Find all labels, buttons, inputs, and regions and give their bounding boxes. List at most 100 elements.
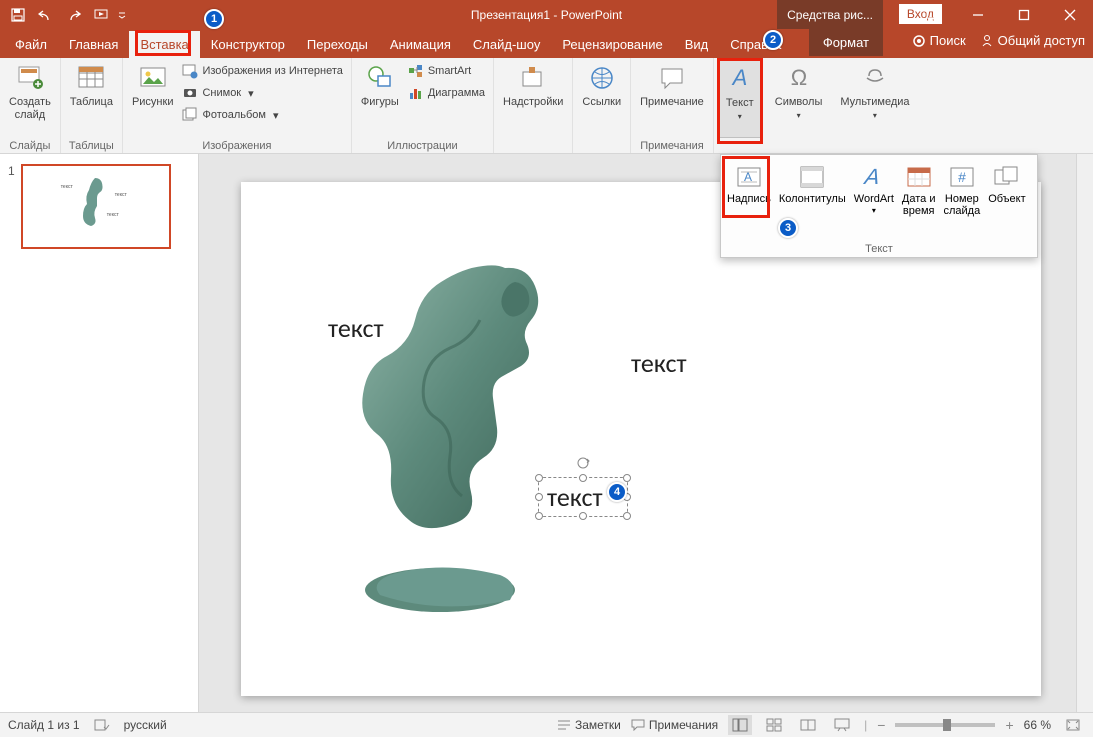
comment-button[interactable]: Примечание [635,60,709,138]
tab-slideshow[interactable]: Слайд-шоу [462,31,551,58]
qat-dropdown[interactable] [118,4,126,26]
group-slides-label: Слайды [5,138,54,154]
svg-text:A: A [730,65,747,90]
tab-file[interactable]: Файл [4,31,58,58]
text-icon: A [724,63,756,95]
badge-2: 2 [763,30,783,50]
text-dropdown-button[interactable]: A Текст ▾ [718,60,762,138]
resize-handle[interactable] [535,493,543,501]
screenshot-label: Снимок [202,87,241,99]
normal-view-button[interactable] [728,715,752,735]
links-icon [586,62,618,94]
tab-design[interactable]: Конструктор [200,31,296,58]
chart-icon [408,85,424,101]
fit-to-window-button[interactable] [1061,715,1085,735]
slide-sorter-button[interactable] [762,715,786,735]
ribbon-options-button[interactable] [909,0,955,29]
slideshow-view-button[interactable] [830,715,854,735]
language-label[interactable]: русский [124,718,167,732]
tab-view[interactable]: Вид [674,31,720,58]
comments-label: Примечания [649,718,718,732]
tab-animations[interactable]: Анимация [379,31,462,58]
slide-text-2[interactable]: текст [631,347,687,379]
symbols-button[interactable]: Ω Символы ▾ [770,60,828,138]
slide-canvas[interactable]: текст текст текст [241,182,1041,696]
tab-transitions[interactable]: Переходы [296,31,379,58]
rotate-handle[interactable] [576,456,590,470]
addins-icon [517,62,549,94]
zoom-thumb[interactable] [943,719,951,731]
slide-thumbnail-1[interactable]: текст текст текст [21,164,171,249]
save-button[interactable] [6,3,30,27]
screenshot-button[interactable]: Снимок▾ [178,82,346,104]
slide-text-1[interactable]: текст [328,312,384,344]
symbols-label: Символы [775,96,823,109]
tab-format[interactable]: Формат [809,29,883,56]
ribbon: Создать слайд Слайды Таблица Таблицы Рис… [0,58,1093,154]
text-dropdown-panel: A Надпись Колонтитулы A WordArt ▾ Дата и… [720,154,1038,258]
undo-button[interactable] [34,3,58,27]
zoom-out-button[interactable]: − [877,717,885,733]
document-title: Презентация1 - PowerPoint [471,8,622,22]
title-bar: Презентация1 - PowerPoint Средства рис..… [0,0,1093,29]
textbox-button[interactable]: A Надпись [723,161,775,241]
vertical-scrollbar[interactable] [1076,154,1093,712]
object-icon [991,163,1023,191]
drawing-tools-label: Средства рис... [777,0,883,29]
ribbon-tabs: Файл Главная Вставка Конструктор Переход… [0,29,1093,58]
tab-review[interactable]: Рецензирование [551,31,673,58]
media-label: Мультимедиа [840,96,909,109]
tab-insert[interactable]: Вставка [129,31,199,58]
links-button[interactable]: Ссылки [577,60,626,138]
chart-button[interactable]: Диаграмма [404,82,489,104]
resize-handle[interactable] [535,474,543,482]
minimize-button[interactable] [955,0,1001,29]
zoom-level[interactable]: 66 % [1024,718,1051,732]
smartart-icon [408,63,424,79]
resize-handle[interactable] [623,474,631,482]
media-button[interactable]: Мультимедиа ▾ [835,60,914,138]
tab-home[interactable]: Главная [58,31,129,58]
photo-album-button[interactable]: Фотоальбом▾ [178,104,346,126]
resize-handle[interactable] [623,512,631,520]
table-button[interactable]: Таблица [65,60,118,138]
group-comments: Примечание Примечания [630,58,714,153]
badge-4: 4 [607,482,627,502]
start-from-beginning-button[interactable] [90,3,114,27]
zoom-in-button[interactable]: + [1005,717,1013,733]
badge-3: 3 [778,218,798,238]
object-button[interactable]: Объект [984,161,1029,241]
spellcheck-icon[interactable] [94,718,110,732]
wordart-button[interactable]: A WordArt ▾ [850,161,898,241]
slide-number-button[interactable]: # Номер слайда [939,161,984,241]
online-images-button[interactable]: Изображения из Интернета [178,60,346,82]
redo-button[interactable] [62,3,86,27]
new-slide-button[interactable]: Создать слайд [4,60,56,138]
tell-me-button[interactable]: Поиск [912,33,966,48]
maximize-button[interactable] [1001,0,1047,29]
share-button[interactable]: Общий доступ [980,33,1085,48]
notes-button[interactable]: Заметки [557,718,621,732]
thumb-number: 1 [8,164,15,249]
zoom-slider[interactable] [895,723,995,727]
pictures-button[interactable]: Рисунки [127,60,179,138]
resize-handle[interactable] [579,474,587,482]
reading-view-button[interactable] [796,715,820,735]
date-time-button[interactable]: Дата и время [898,161,940,241]
comments-button[interactable]: Примечания [631,718,718,732]
table-icon [75,62,107,94]
resize-handle[interactable] [535,512,543,520]
slide-text-3[interactable]: текст [547,481,603,513]
photo-album-label: Фотоальбом [202,109,266,121]
shapes-button[interactable]: Фигуры [356,60,404,138]
smartart-button[interactable]: SmartArt [404,60,489,82]
svg-text:#: # [958,169,966,185]
chart-label: Диаграмма [428,87,485,99]
group-text: A Текст ▾ [714,58,766,153]
links-label: Ссылки [582,96,621,109]
addins-button[interactable]: Надстройки [498,60,568,138]
resize-handle[interactable] [579,512,587,520]
group-images: Рисунки Изображения из Интернета Снимок▾… [123,58,352,153]
group-addins: Надстройки [494,58,572,153]
close-button[interactable] [1047,0,1093,29]
